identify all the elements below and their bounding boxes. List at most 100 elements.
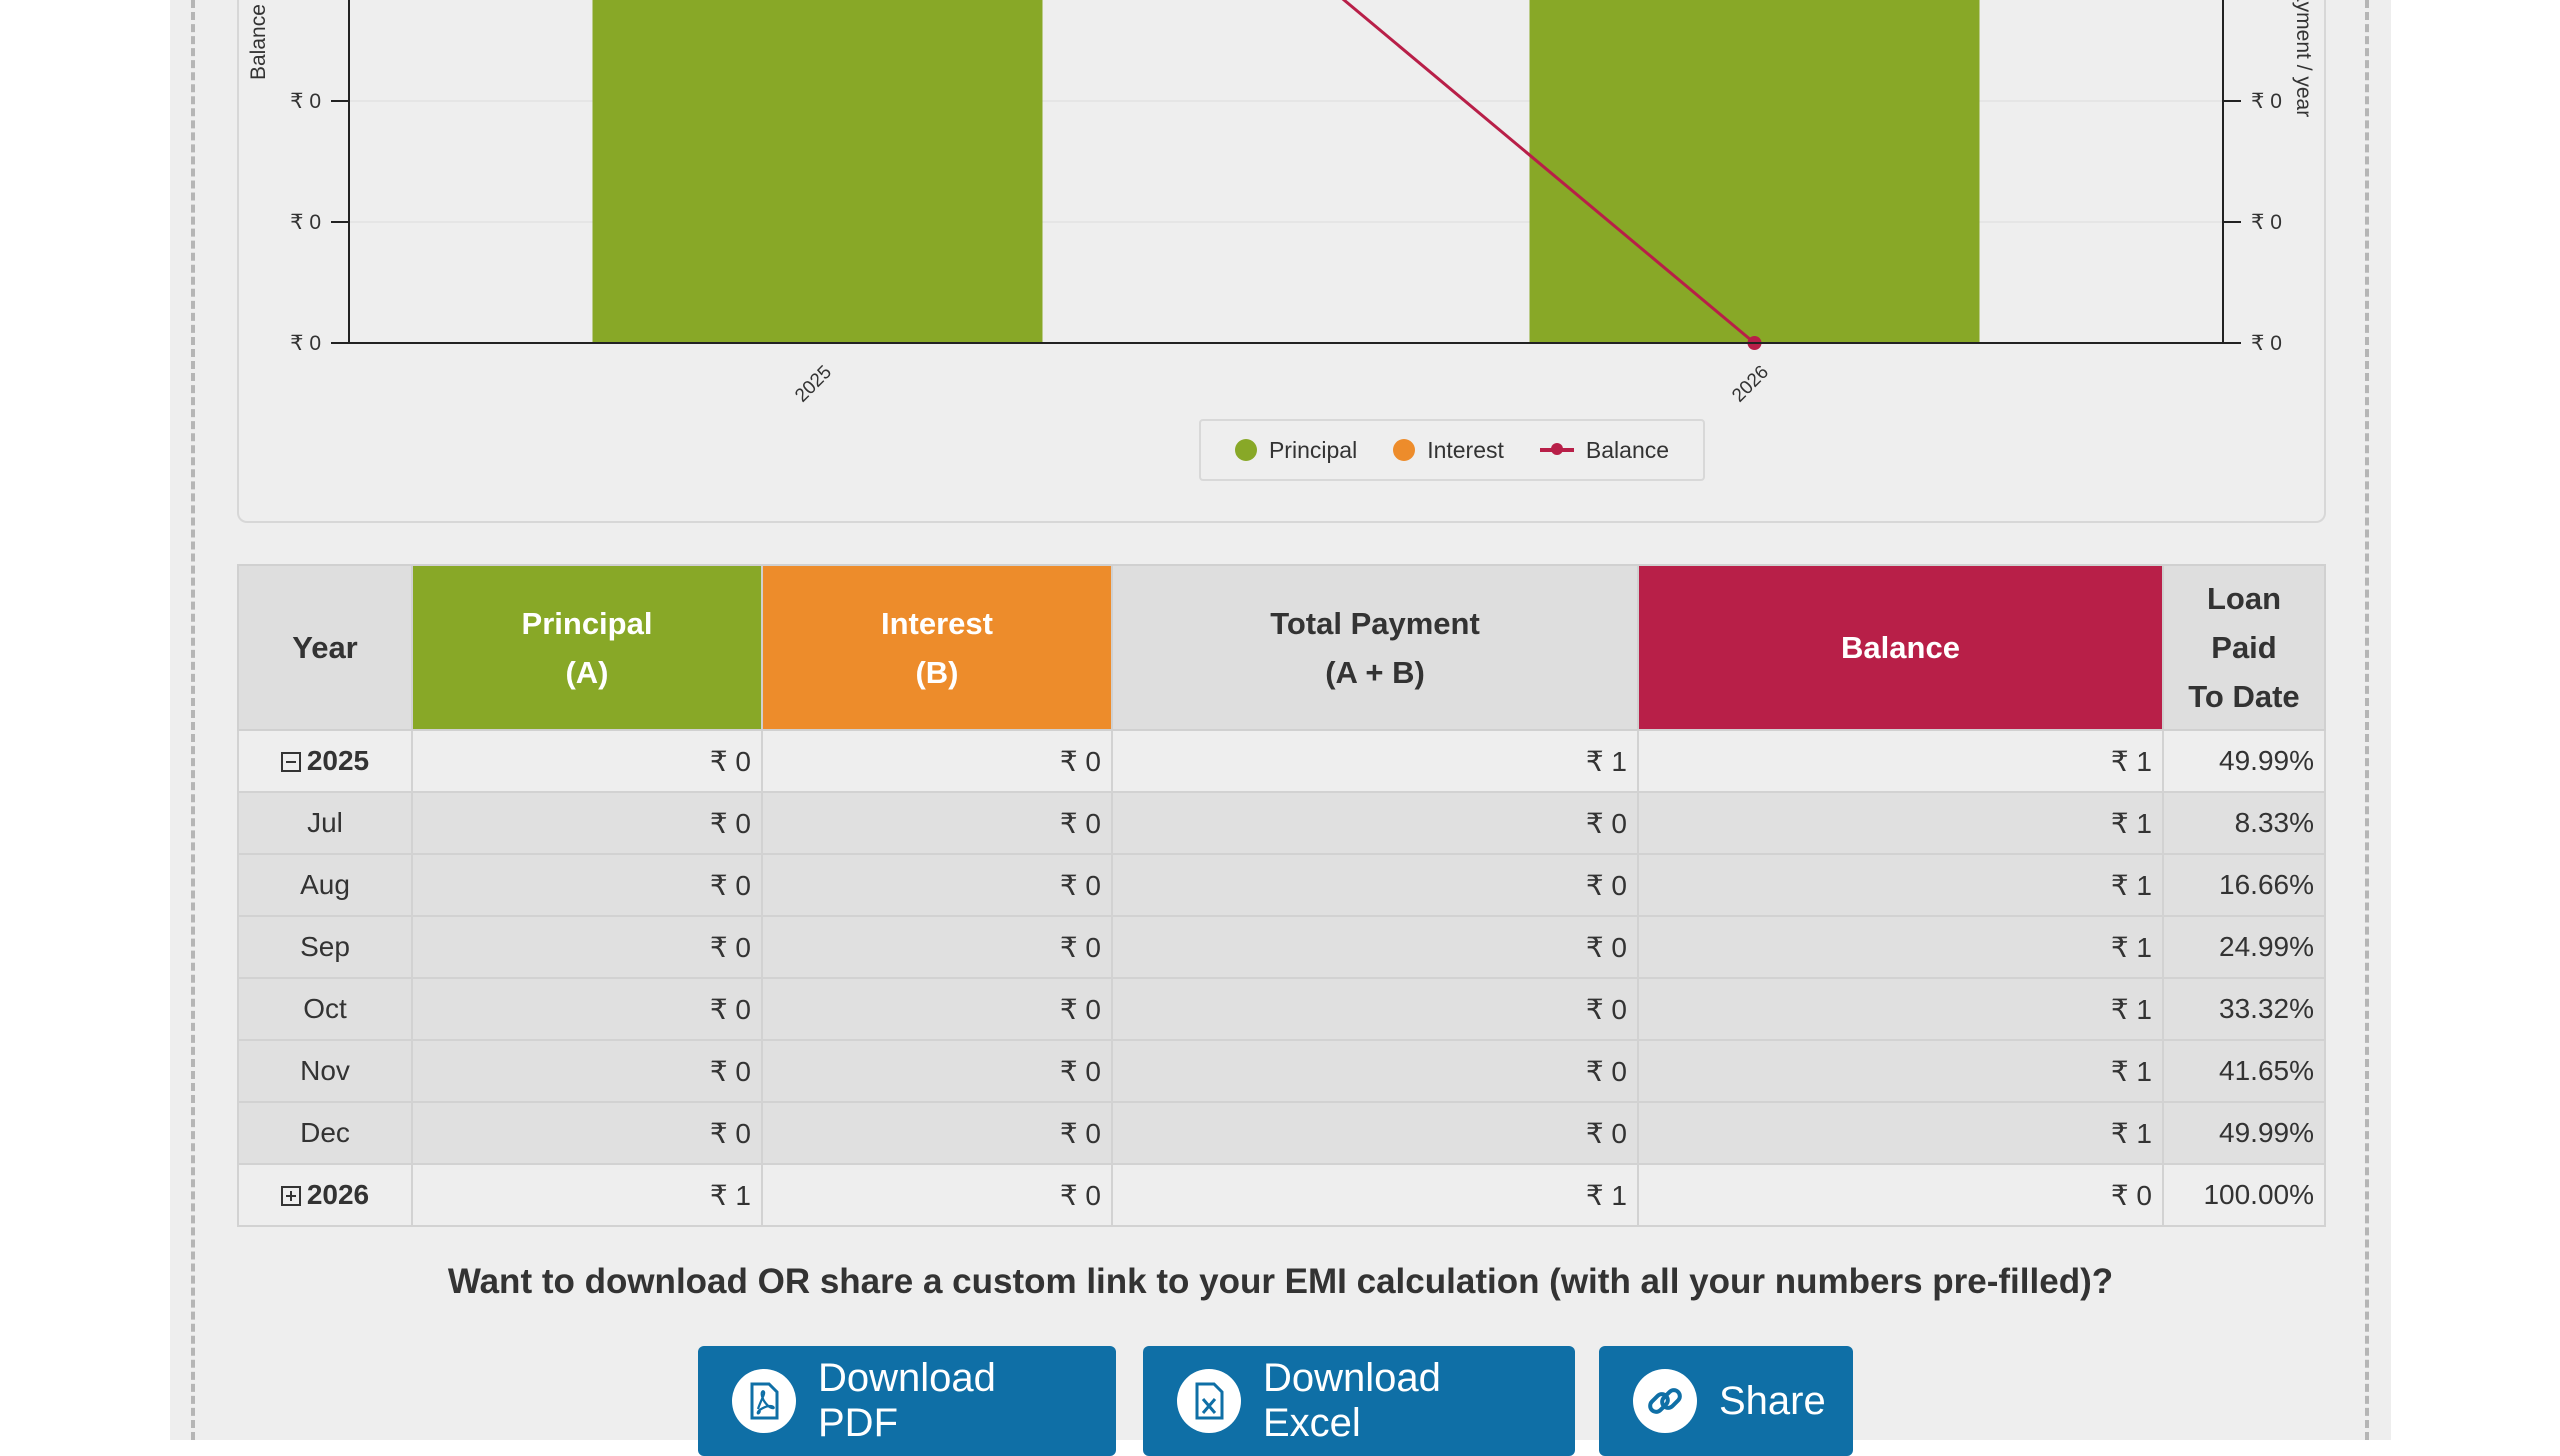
total-payment-cell: ₹ 1 [1111,729,1639,793]
interest-cell: ₹ 0 [761,729,1113,793]
legend-interest-marker [1393,439,1416,461]
total-payment-cell: ₹ 0 [1111,1101,1639,1165]
header-total-line2: (A + B) [1325,654,1425,690]
loan-paid-cell: 16.66% [2162,853,2326,917]
legend-balance-marker [1539,443,1574,455]
header-interest-line1: Interest [881,605,993,641]
emi-calculator-page: ₹ 0 ₹ 0 ₹ 0 ₹ 0 ₹ 0 ₹ 0 Balance ayment / year 20… [170,0,2391,1456]
total-payment-cell: ₹ 0 [1111,791,1639,855]
table-row-year-2025: 2025 ₹ 0 ₹ 0 ₹ 1 ₹ 1 49.99% [237,729,2326,793]
download-pdf-label: Download PDF [818,1356,996,1445]
principal-cell: ₹ 0 [411,977,763,1041]
year-cell-2026[interactable]: 2026 [237,1163,413,1227]
principal-cell: ₹ 0 [411,915,763,979]
total-payment-cell: ₹ 0 [1111,915,1639,979]
principal-bar-2026 [1529,0,1980,343]
interest-cell: ₹ 0 [761,791,1113,855]
right-axis-title: ayment / year [2292,0,2315,117]
legend-principal-label: Principal [1268,436,1358,463]
header-total-payment: Total Payment (A + B) [1111,564,1639,731]
year-label: 2026 [306,1179,370,1210]
balance-cell: ₹ 0 [1637,1163,2164,1227]
pdf-icon [732,1369,796,1433]
balance-cell: ₹ 1 [1637,853,2164,917]
header-paid-line1: Loan Paid [2206,581,2282,665]
header-year-label: Year [292,630,358,665]
legend-item-interest[interactable]: Interest [1393,437,1504,464]
header-loan-paid: Loan Paid To Date [2162,564,2326,731]
table-header-row: Year Principal (A) Interest (B) Total Paym… [237,564,2326,731]
interest-cell: ₹ 0 [761,977,1113,1041]
balance-cell: ₹ 1 [1637,915,2164,979]
expand-toggle-icon[interactable] [280,1186,301,1206]
right-tick-label: ₹ 0 [2251,90,2282,113]
x-tick-label-2025: 2025 [791,362,836,407]
header-principal-line2: (A) [565,654,609,690]
share-label: Share [1719,1378,1826,1423]
left-axis-title: Balance [247,4,270,80]
x-tick-label-2026: 2026 [1728,362,1773,407]
loan-paid-cell: 8.33% [2162,791,2326,855]
month-cell: Jul [237,791,413,855]
chart-legend: Principal Interest Balance [1199,419,1705,481]
month-cell: Dec [237,1101,413,1165]
table-row-month: Dec ₹ 0 ₹ 0 ₹ 0 ₹ 1 49.99% [237,1101,2326,1165]
total-payment-cell: ₹ 1 [1111,1163,1639,1227]
year-cell-2025[interactable]: 2025 [237,729,413,793]
total-payment-cell: ₹ 0 [1111,1039,1639,1103]
download-excel-label: Download Excel [1263,1356,1441,1445]
interest-cell: ₹ 0 [761,853,1113,917]
interest-cell: ₹ 0 [761,915,1113,979]
header-interest-line2: (B) [915,654,959,690]
right-tick-label: ₹ 0 [2251,211,2282,234]
table-row-month: Sep ₹ 0 ₹ 0 ₹ 0 ₹ 1 24.99% [237,915,2326,979]
header-year: Year [237,564,413,731]
month-cell: Aug [237,853,413,917]
balance-cell: ₹ 1 [1637,791,2164,855]
table-row-month: Oct ₹ 0 ₹ 0 ₹ 0 ₹ 1 33.32% [237,977,2326,1041]
collapse-toggle-icon[interactable] [280,752,301,772]
header-balance-label: Balance [1841,630,1960,665]
right-tick-label: ₹ 0 [2251,332,2282,355]
table-row-month: Aug ₹ 0 ₹ 0 ₹ 0 ₹ 1 16.66% [237,853,2326,917]
excel-icon [1177,1369,1241,1433]
principal-cell: ₹ 1 [411,1163,763,1227]
loan-paid-cell: 41.65% [2162,1039,2326,1103]
header-balance: Balance [1637,564,2164,731]
table-row-year-2026: 2026 ₹ 1 ₹ 0 ₹ 1 ₹ 0 100.00% [237,1163,2326,1227]
loan-paid-cell: 49.99% [2162,729,2326,793]
interest-cell: ₹ 0 [761,1163,1113,1227]
link-icon [1633,1369,1697,1433]
principal-cell: ₹ 0 [411,729,763,793]
dashed-border-left [191,0,195,1440]
principal-cell: ₹ 0 [411,791,763,855]
left-tick-label: ₹ 0 [290,211,321,234]
principal-cell: ₹ 0 [411,1039,763,1103]
balance-cell: ₹ 1 [1637,1039,2164,1103]
month-cell: Sep [237,915,413,979]
legend-item-principal[interactable]: Principal [1234,436,1358,464]
left-tick-label: ₹ 0 [290,90,321,113]
legend-balance-label: Balance [1585,436,1670,463]
principal-cell: ₹ 0 [411,1101,763,1165]
header-principal-line1: Principal [521,605,653,641]
month-cell: Oct [237,977,413,1041]
legend-principal-marker [1234,439,1257,461]
left-tick-label: ₹ 0 [290,332,321,355]
dashed-border-right [2365,0,2369,1440]
loan-paid-cell: 100.00% [2162,1163,2326,1227]
legend-item-balance[interactable]: Balance [1539,436,1670,464]
balance-cell: ₹ 1 [1637,977,2164,1041]
total-payment-cell: ₹ 0 [1111,977,1639,1041]
header-total-line1: Total Payment [1270,605,1480,641]
legend-interest-label: Interest [1427,436,1504,463]
amortization-table: Year Principal (A) Interest (B) Total Paym… [237,564,2326,1227]
balance-cell: ₹ 1 [1637,1101,2164,1165]
download-prompt: Want to download OR share a custom link … [447,1262,2114,1301]
table-row-month: Jul ₹ 0 ₹ 0 ₹ 0 ₹ 1 8.33% [237,791,2326,855]
principal-cell: ₹ 0 [411,853,763,917]
interest-cell: ₹ 0 [761,1039,1113,1103]
header-paid-line2: To Date [2188,679,2300,714]
month-cell: Nov [237,1039,413,1103]
balance-cell: ₹ 1 [1637,729,2164,793]
